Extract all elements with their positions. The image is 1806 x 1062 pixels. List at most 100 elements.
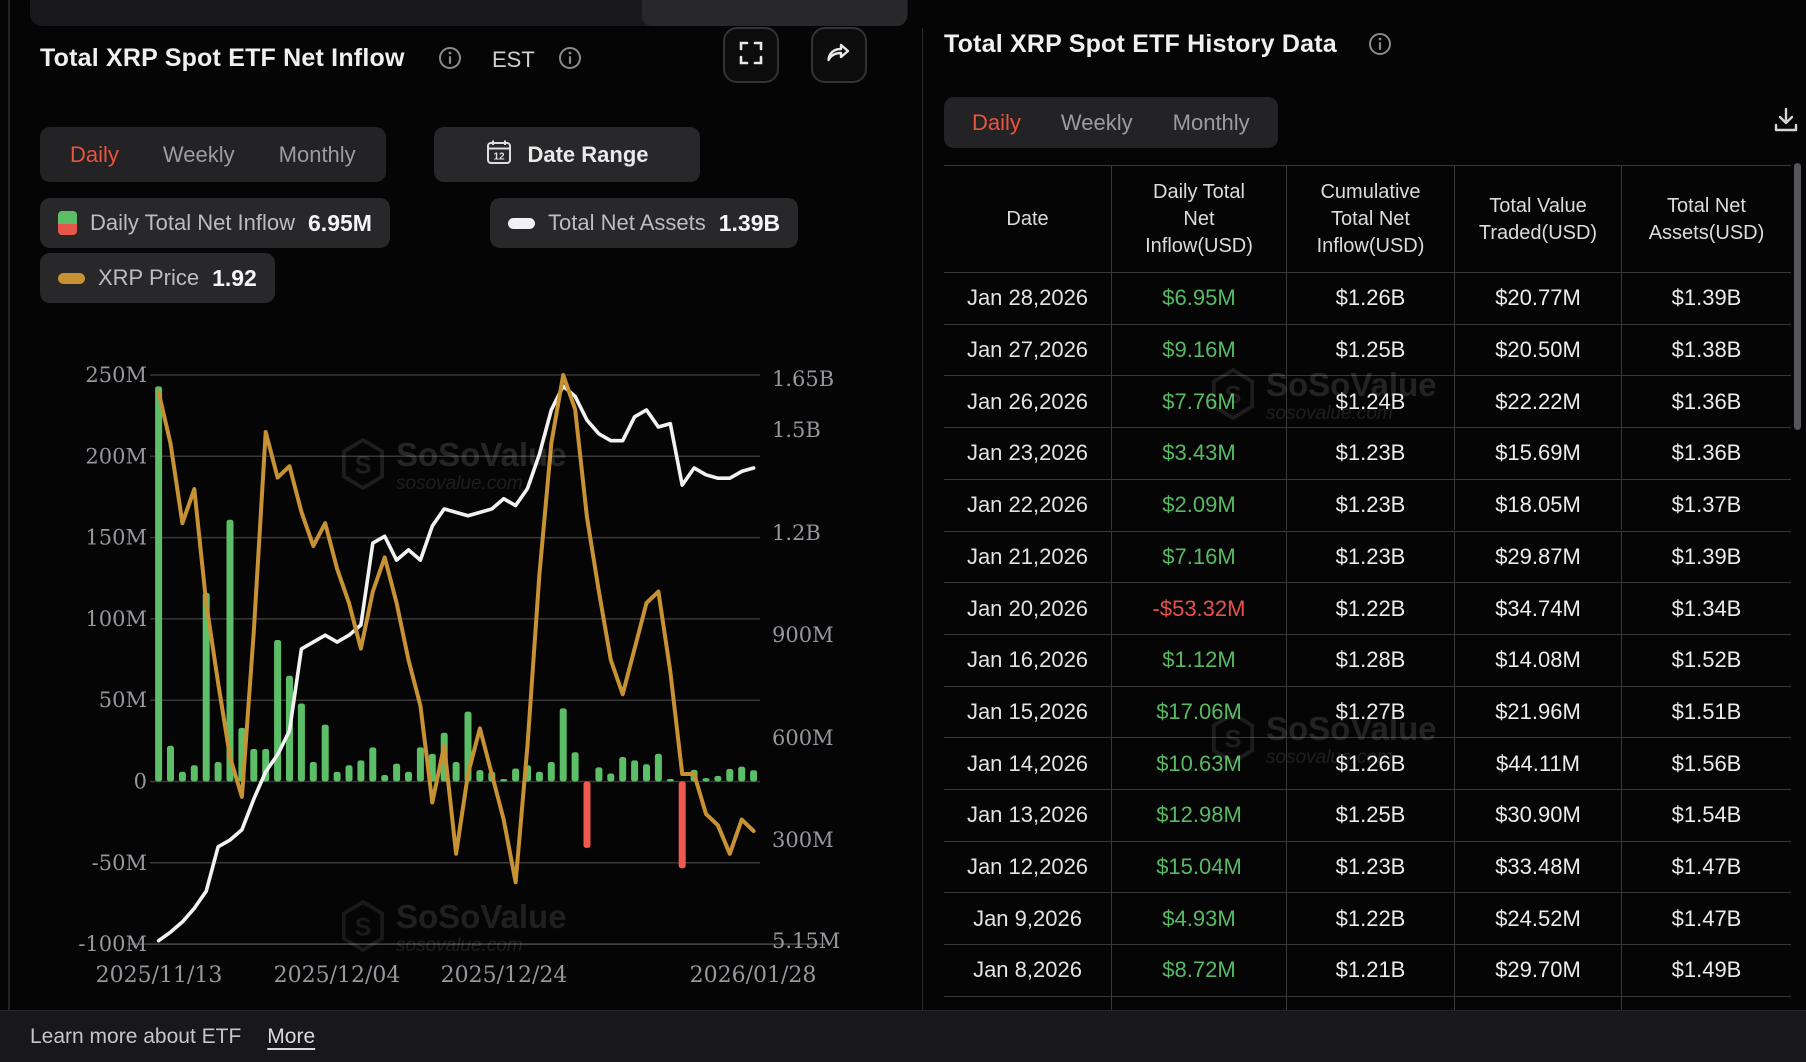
date-range-button[interactable]: 12 Date Range bbox=[434, 127, 700, 182]
value-traded-cell: $14.08M bbox=[1455, 634, 1622, 686]
date-cell: Jan 7,2026 bbox=[944, 996, 1112, 1010]
inflow-bar bbox=[452, 761, 460, 782]
net-assets-cell: $1.47B bbox=[1671, 854, 1742, 880]
value-traded-cell: $30.90M bbox=[1455, 790, 1622, 841]
chart-tab-weekly[interactable]: Weekly bbox=[163, 142, 235, 168]
inflow-swatch-icon bbox=[58, 211, 77, 235]
column-header[interactable]: Total Value Traded(USD) bbox=[1455, 166, 1622, 273]
cumulative-inflow-cell: $1.25B bbox=[1287, 324, 1455, 376]
table-tab-weekly[interactable]: Weekly bbox=[1061, 110, 1133, 136]
column-header[interactable]: Total Net Assets(USD) bbox=[1622, 166, 1791, 273]
inflow-bar bbox=[297, 703, 305, 782]
fullscreen-button[interactable] bbox=[723, 27, 779, 83]
date-cell: Jan 23,2026 bbox=[944, 428, 1112, 479]
x-axis-tick: 2025/11/13 bbox=[96, 963, 223, 988]
info-icon[interactable] bbox=[1368, 32, 1392, 56]
cumulative-inflow-cell: $1.26B bbox=[1287, 273, 1455, 324]
cumulative-inflow-cell: $1.26B bbox=[1287, 738, 1455, 789]
value-traded-cell: $29.87M bbox=[1455, 531, 1622, 583]
date-cell: Jan 21,2026 bbox=[944, 531, 1112, 583]
y-axis-right-tick: 1.2B bbox=[772, 521, 821, 545]
cumulative-inflow-cell: $1.23B bbox=[1287, 479, 1455, 531]
table-row: Jan 23,2026 $3.43M $1.23B $15.69M $1.36B bbox=[944, 428, 1791, 479]
net-inflow-chart[interactable]: 250M 200M 150M 100M 50M 0 -50M -100M 1.65B 1.5B 1.… bbox=[0, 300, 905, 1010]
legend-chip-total-net-assets[interactable]: Total Net Assets 1.39B bbox=[490, 198, 799, 248]
inflow-bar bbox=[250, 748, 258, 782]
y-axis-left-tick: 50M bbox=[99, 688, 147, 712]
inflow-bar bbox=[167, 745, 174, 782]
inflow-bar bbox=[369, 747, 377, 782]
daily-inflow-cell: $17.06M bbox=[1112, 686, 1287, 738]
value-traded-cell: $44.11M bbox=[1455, 738, 1622, 789]
inflow-bar bbox=[178, 771, 186, 782]
column-header[interactable]: Date bbox=[944, 166, 1112, 273]
date-cell: Jan 20,2026 bbox=[944, 583, 1112, 634]
net-assets-cell: $1.51B bbox=[1671, 698, 1742, 724]
chart-tab-daily[interactable]: Daily bbox=[70, 142, 119, 168]
info-icon[interactable] bbox=[438, 46, 462, 70]
inflow-bar bbox=[631, 760, 639, 782]
y-axis-left-tick: -100M bbox=[78, 932, 147, 956]
net-assets-cell: $1.56B bbox=[1671, 750, 1742, 776]
table-row: Jan 15,2026 $17.06M $1.27B $21.96M $1.51B bbox=[944, 686, 1791, 738]
panel-divider bbox=[922, 28, 923, 1010]
legend-value: 6.95M bbox=[308, 209, 372, 236]
net-assets-cell: $1.34B bbox=[1671, 595, 1742, 621]
download-button[interactable] bbox=[1764, 100, 1806, 144]
table-scrollbar-thumb[interactable] bbox=[1794, 163, 1801, 430]
inflow-bar bbox=[547, 761, 555, 782]
daily-inflow-cell: $2.09M bbox=[1112, 479, 1287, 531]
inflow-bar bbox=[214, 761, 222, 782]
daily-inflow-cell: $10.63M bbox=[1112, 738, 1287, 789]
table-row: Jan 16,2026 $1.12M $1.28B $14.08M $1.52B bbox=[944, 634, 1791, 686]
footer-text: Learn more about ETF bbox=[30, 1024, 242, 1048]
top-cutoff-button bbox=[642, 0, 907, 26]
daily-inflow-cell: $3.43M bbox=[1112, 428, 1287, 479]
table-row: Jan 13,2026 $12.98M $1.25B $30.90M $1.54B bbox=[944, 790, 1791, 841]
table-tab-daily[interactable]: Daily bbox=[972, 110, 1021, 136]
net-assets-cell: $1.36B bbox=[1671, 388, 1742, 414]
column-header[interactable]: Daily Total Net Inflow(USD) bbox=[1112, 166, 1287, 273]
info-icon[interactable] bbox=[558, 46, 582, 70]
cumulative-inflow-cell: $1.23B bbox=[1287, 531, 1455, 583]
date-cell: Jan 28,2026 bbox=[944, 273, 1112, 324]
inflow-bar bbox=[416, 747, 424, 782]
date-cell: Jan 14,2026 bbox=[944, 738, 1112, 789]
column-header[interactable]: Cumulative Total Net Inflow(USD) bbox=[1287, 166, 1455, 273]
table-row: Jan 27,2026 $9.16M $1.25B $20.50M $1.38B bbox=[944, 324, 1791, 376]
inflow-bar bbox=[405, 771, 412, 782]
daily-inflow-cell: $8.72M bbox=[1112, 945, 1287, 996]
cumulative-inflow-cell: $1.24B bbox=[1287, 376, 1455, 428]
chart-tab-monthly[interactable]: Monthly bbox=[279, 142, 356, 168]
value-traded-cell: $29.70M bbox=[1455, 945, 1622, 996]
y-axis-left-tick: 0 bbox=[134, 770, 147, 794]
table-header-row: Date Daily Total Net Inflow(USD) Cumulativ… bbox=[944, 166, 1791, 273]
cumulative-inflow-cell: $1.21B bbox=[1287, 945, 1455, 996]
y-axis-left-tick: -50M bbox=[92, 851, 147, 875]
legend-value: 1.92 bbox=[212, 264, 257, 291]
y-axis-right-tick: 1.65B bbox=[772, 367, 834, 391]
cumulative-inflow-cell: $1.25B bbox=[1287, 790, 1455, 841]
share-button[interactable] bbox=[811, 27, 867, 83]
calendar-icon: 12 bbox=[485, 138, 513, 172]
inflow-bar bbox=[726, 768, 734, 782]
date-cell: Jan 26,2026 bbox=[944, 376, 1112, 428]
table-tab-monthly[interactable]: Monthly bbox=[1173, 110, 1250, 136]
dashboard: Total XRP Spot ETF Net Inflow EST Daily … bbox=[0, 0, 1806, 1062]
net-assets-cell: $1.39B bbox=[1671, 285, 1742, 311]
inflow-bar bbox=[393, 763, 401, 782]
cumulative-inflow-cell: $1.23B bbox=[1287, 428, 1455, 479]
inflow-bar bbox=[619, 757, 627, 782]
footer-more-link[interactable]: More bbox=[267, 1025, 315, 1049]
date-cell: Jan 9,2026 bbox=[944, 893, 1112, 945]
outflow-bar bbox=[678, 781, 686, 869]
daily-inflow-cell: $6.95M bbox=[1112, 273, 1287, 324]
legend-chip-daily-net-inflow[interactable]: Daily Total Net Inflow 6.95M bbox=[40, 198, 390, 248]
value-traded-cell: $20.50M bbox=[1455, 324, 1622, 376]
inflow-bar bbox=[190, 765, 198, 782]
inflow-bar bbox=[155, 386, 163, 782]
value-traded-cell: $33.48M bbox=[1455, 841, 1622, 893]
legend-chip-xrp-price[interactable]: XRP Price 1.92 bbox=[40, 253, 275, 303]
history-data-table[interactable]: Date Daily Total Net Inflow(USD) Cumulativ… bbox=[944, 165, 1791, 1010]
table-row: Jan 22,2026 $2.09M $1.23B $18.05M $1.37B bbox=[944, 479, 1791, 531]
